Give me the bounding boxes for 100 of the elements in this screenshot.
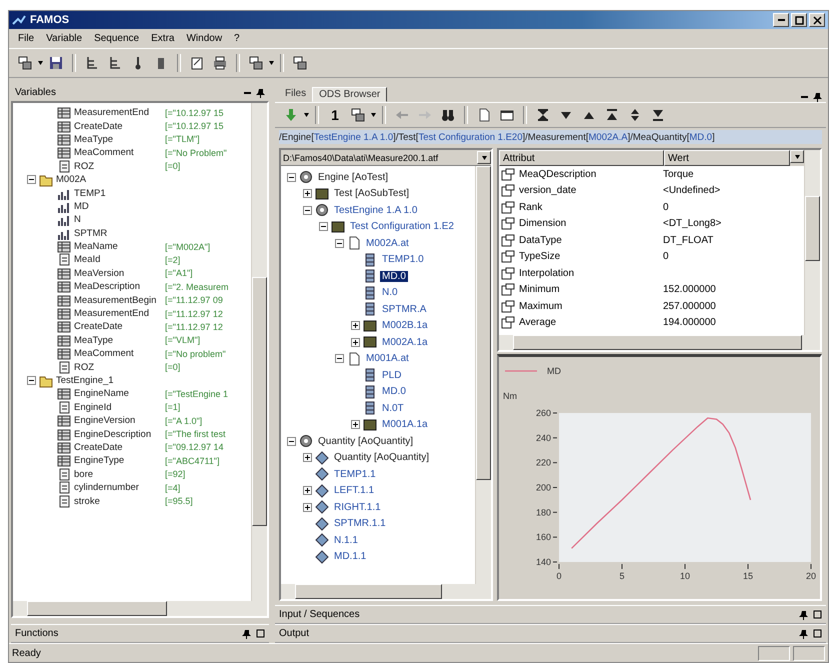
- tree-item[interactable]: N.0T: [380, 402, 406, 414]
- variable-name[interactable]: MeaComment: [74, 147, 162, 158]
- minus-box-icon[interactable]: [335, 238, 344, 248]
- variable-name[interactable]: MeaType: [74, 134, 162, 145]
- minus-box-icon[interactable]: [303, 206, 312, 215]
- file-dropdown[interactable]: D:\Famos40\Data\ati\Measure200.1.atf: [281, 150, 491, 166]
- tree-item[interactable]: N.0: [380, 287, 400, 298]
- menu-item[interactable]: Variable: [41, 32, 88, 45]
- variable-name[interactable]: MeaVersion: [74, 268, 162, 279]
- plus-box-icon[interactable]: [351, 420, 360, 430]
- tree-item[interactable]: Test [AoSubTest]: [332, 188, 412, 200]
- tree-item[interactable]: N.1.1: [332, 534, 360, 546]
- variable-name[interactable]: stroke: [74, 496, 162, 507]
- pin-icon[interactable]: [242, 628, 251, 638]
- variable-name[interactable]: TEMP1: [74, 188, 162, 199]
- tree-item[interactable]: TEMP1.0: [380, 254, 426, 266]
- column-header[interactable]: Attribut: [499, 150, 664, 166]
- variable-name[interactable]: MeaName: [74, 241, 162, 252]
- tree-item[interactable]: RIGHT.1.1: [332, 502, 383, 513]
- plus-box-icon[interactable]: [303, 486, 312, 496]
- variable-name[interactable]: CreateDate: [74, 321, 162, 332]
- tree-item[interactable]: LEFT.1.1: [332, 485, 376, 496]
- tab[interactable]: ODS Browser: [312, 87, 388, 102]
- tree-item[interactable]: Quantity [AoQuantity]: [316, 436, 416, 447]
- caret-icon[interactable]: [269, 61, 274, 65]
- variable-name[interactable]: MeaDescription: [74, 281, 162, 292]
- variable-name[interactable]: bore: [74, 468, 162, 480]
- horizontal-scrollbar[interactable]: [499, 335, 820, 350]
- variable-name[interactable]: MeaComment: [74, 348, 162, 360]
- restore-icon[interactable]: [813, 629, 822, 638]
- variable-name[interactable]: ROZ: [74, 160, 162, 172]
- vertical-scrollbar[interactable]: [475, 166, 491, 584]
- menu-item[interactable]: ?: [229, 32, 245, 45]
- minus-box-icon[interactable]: [27, 376, 36, 385]
- tree-item[interactable]: Quantity [AoQuantity]: [332, 452, 432, 464]
- variable-name[interactable]: N: [74, 214, 162, 226]
- vertical-scrollbar[interactable]: [251, 103, 267, 601]
- tree-item[interactable]: Engine [AoTest]: [316, 172, 390, 183]
- caret-icon[interactable]: [304, 113, 309, 117]
- tree-item[interactable]: M002B.1a: [380, 320, 430, 332]
- variable-name[interactable]: MD: [74, 200, 162, 212]
- variable-name[interactable]: MeasurementEnd: [74, 308, 162, 320]
- folder-name[interactable]: TestEngine_1: [56, 375, 114, 386]
- tree-item[interactable]: PLD: [380, 370, 404, 381]
- plus-box-icon[interactable]: [303, 189, 312, 198]
- variable-name[interactable]: MeasurementBegin: [74, 294, 162, 306]
- variable-name[interactable]: EngineDescription: [74, 428, 162, 440]
- tree-item[interactable]: TestEngine 1.A 1.0: [332, 204, 420, 216]
- variable-name[interactable]: EngineName: [74, 388, 162, 400]
- tree-item[interactable]: M001A.1a: [380, 419, 430, 430]
- toolbar-button[interactable]: 1: [325, 105, 345, 125]
- plus-box-icon[interactable]: [351, 338, 360, 347]
- folder-name[interactable]: M002A: [56, 174, 86, 186]
- variable-name[interactable]: MeaId: [74, 254, 162, 266]
- tree-item[interactable]: M001A.at: [364, 353, 411, 364]
- tree-item[interactable]: TEMP1.1: [332, 468, 378, 480]
- variable-name[interactable]: EngineId: [74, 402, 162, 413]
- tree-item[interactable]: Test Configuration 1.E2: [348, 221, 456, 232]
- tree-item[interactable]: M002A.at: [364, 238, 411, 249]
- menu-item[interactable]: Sequence: [89, 32, 144, 45]
- variable-name[interactable]: ROZ: [74, 362, 162, 373]
- minus-box-icon[interactable]: [27, 175, 36, 184]
- close-button[interactable]: [809, 13, 825, 27]
- menu-item[interactable]: Window: [181, 32, 228, 45]
- variable-name[interactable]: MeaType: [74, 334, 162, 346]
- tree-item[interactable]: M002A.1a: [380, 336, 430, 348]
- minus-box-icon[interactable]: [335, 354, 344, 364]
- caret-icon[interactable]: [38, 61, 43, 65]
- minimize-icon[interactable]: [244, 92, 251, 94]
- variable-name[interactable]: cylindernumber: [74, 482, 162, 494]
- menu-item[interactable]: File: [13, 32, 40, 45]
- column-header[interactable]: Wert: [664, 150, 790, 166]
- restore-icon[interactable]: [256, 629, 265, 638]
- menu-item[interactable]: Extra: [146, 32, 180, 45]
- variable-name[interactable]: EngineType: [74, 455, 162, 466]
- vertical-scrollbar[interactable]: [804, 150, 820, 335]
- plus-box-icon[interactable]: [351, 321, 360, 330]
- maximize-button[interactable]: [791, 13, 807, 27]
- pin-icon[interactable]: [799, 628, 808, 638]
- horizontal-scrollbar[interactable]: [13, 601, 267, 616]
- tree-item[interactable]: MD.0: [380, 386, 408, 398]
- variable-name[interactable]: MeasurementEnd: [74, 107, 162, 118]
- restore-icon[interactable]: [813, 610, 822, 619]
- minus-box-icon[interactable]: [287, 436, 296, 446]
- pin-icon[interactable]: [813, 92, 822, 102]
- tab[interactable]: Files: [279, 87, 312, 102]
- variable-name[interactable]: EngineVersion: [74, 415, 162, 426]
- minus-box-icon[interactable]: [319, 222, 328, 232]
- variable-name[interactable]: CreateDate: [74, 120, 162, 132]
- pin-icon[interactable]: [799, 610, 808, 620]
- minus-box-icon[interactable]: [287, 172, 296, 182]
- tree-item[interactable]: MD.0: [380, 270, 408, 282]
- horizontal-scrollbar[interactable]: [281, 584, 491, 599]
- plus-box-icon[interactable]: [303, 453, 312, 462]
- tree-item[interactable]: MD.1.1: [332, 551, 368, 562]
- caret-icon[interactable]: [371, 113, 376, 117]
- tree-item[interactable]: SPTMR.1.1: [332, 518, 388, 530]
- minimize-button[interactable]: [773, 13, 789, 27]
- tree-item[interactable]: SPTMR.A: [380, 304, 428, 315]
- plus-box-icon[interactable]: [303, 502, 312, 512]
